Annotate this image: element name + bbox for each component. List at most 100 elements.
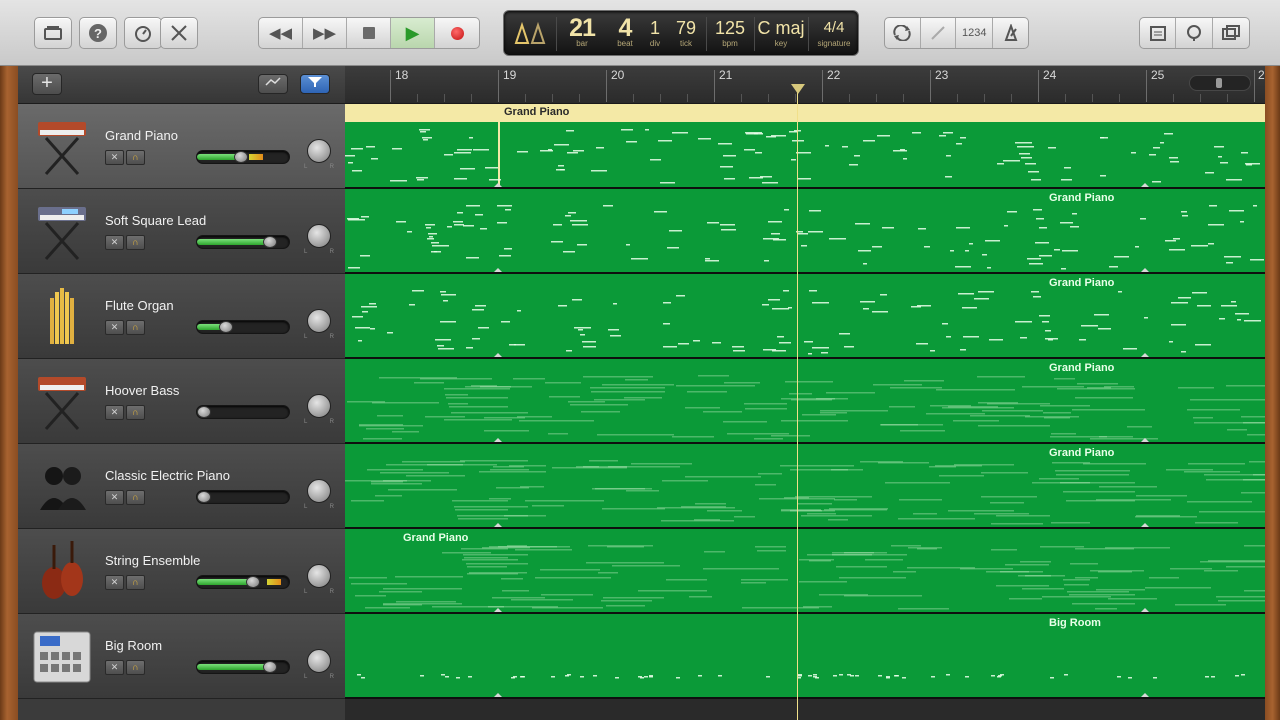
volume-slider[interactable] [196, 575, 290, 589]
volume-knob[interactable] [263, 661, 277, 673]
solo-headphones-button[interactable]: ∩ [126, 150, 145, 165]
playhead-handle[interactable] [791, 84, 805, 94]
pan-knob[interactable] [307, 224, 331, 248]
midi-note [586, 562, 664, 564]
midi-note [1231, 301, 1236, 303]
track-header-grand-piano[interactable]: Grand Piano ✕ ∩ LR [18, 104, 345, 189]
mute-button[interactable]: ✕ [105, 490, 124, 505]
lcd-display[interactable]: 21 bar 4 beat 1 div 79 tick 125 bpm C maj key … [503, 10, 859, 56]
solo-headphones-button[interactable]: ∩ [126, 575, 145, 590]
midi-note [442, 552, 491, 554]
region-flute-organ[interactable]: Grand Piano [345, 274, 1265, 359]
midi-note [766, 136, 776, 138]
volume-knob[interactable] [246, 576, 260, 588]
smart-controls-button[interactable] [124, 17, 162, 49]
volume-knob[interactable] [263, 236, 277, 248]
volume-slider[interactable] [196, 490, 290, 504]
solo-headphones-button[interactable]: ∩ [126, 405, 145, 420]
pan-knob[interactable] [307, 394, 331, 418]
timeline-ruler[interactable]: 18 19 20 21 22 23 24 25 2 [345, 66, 1265, 104]
midi-note [467, 566, 507, 568]
midi-note [593, 675, 597, 677]
mute-button[interactable]: ✕ [105, 320, 124, 335]
track-header-classic-electric-piano[interactable]: Classic Electric Piano ✕ ∩ LR [18, 444, 345, 529]
midi-note [1099, 486, 1157, 488]
count-in-button[interactable]: 1234 [956, 18, 994, 48]
midi-note [693, 340, 700, 342]
midi-note [507, 545, 527, 547]
volume-slider[interactable] [196, 405, 290, 419]
play-button[interactable]: ▶ [391, 18, 435, 48]
playhead[interactable] [797, 84, 798, 720]
add-track-button[interactable]: + [32, 73, 62, 95]
pan-knob[interactable] [307, 479, 331, 503]
zoom-slider-knob[interactable] [1216, 78, 1222, 88]
solo-headphones-button[interactable]: ∩ [126, 660, 145, 675]
mute-button[interactable]: ✕ [105, 660, 124, 675]
midi-note [1094, 314, 1109, 316]
region-string-ensemble[interactable]: Grand Piano [345, 529, 1265, 614]
help-button[interactable]: ? [79, 17, 117, 49]
midi-note [492, 597, 545, 599]
midi-note [1035, 242, 1049, 244]
solo-headphones-button[interactable]: ∩ [126, 490, 145, 505]
pan-knob[interactable] [307, 139, 331, 163]
solo-headphones-button[interactable]: ∩ [126, 235, 145, 250]
volume-slider[interactable] [196, 150, 290, 164]
midi-note [425, 416, 465, 418]
region-hoover-bass[interactable]: Grand Piano [345, 359, 1265, 444]
mute-button[interactable]: ✕ [105, 405, 124, 420]
pan-knob[interactable] [307, 309, 331, 333]
organ-pipes-icon [50, 288, 74, 344]
volume-knob[interactable] [197, 406, 211, 418]
volume-slider[interactable] [196, 235, 290, 249]
editors-button[interactable] [160, 17, 198, 49]
media-browser-button[interactable] [1213, 18, 1249, 48]
midi-note [1009, 598, 1042, 600]
volume-slider[interactable] [196, 320, 290, 334]
volume-knob[interactable] [219, 321, 233, 333]
track-header-hoover-bass[interactable]: Hoover Bass ✕ ∩ LR [18, 359, 345, 444]
mute-button[interactable]: ✕ [105, 235, 124, 250]
midi-note [1160, 142, 1164, 144]
track-header-soft-square-lead[interactable]: Soft Square Lead ✕ ∩ LR [18, 189, 345, 274]
volume-slider[interactable] [196, 660, 290, 674]
midi-note [420, 131, 426, 133]
volume-knob[interactable] [197, 491, 211, 503]
region-grand-piano[interactable]: Grand Piano [345, 104, 1265, 189]
region-soft-square-lead[interactable]: Grand Piano [345, 189, 1265, 274]
forward-button[interactable]: ▶▶ [303, 18, 347, 48]
stop-button[interactable] [347, 18, 391, 48]
track-header-string-ensemble[interactable]: String Ensemble ✕ ∩ LR [18, 529, 345, 614]
pan-knob[interactable] [307, 649, 331, 673]
midi-note [1108, 598, 1157, 600]
midi-note [444, 388, 510, 390]
midi-note [363, 438, 402, 440]
midi-note [484, 430, 529, 432]
zoom-slider[interactable] [1189, 75, 1251, 91]
region-classic-electric-piano[interactable]: Grand Piano [345, 444, 1265, 529]
library-button[interactable] [34, 17, 72, 49]
track-header-flute-organ[interactable]: Flute Organ ✕ ∩ LR [18, 274, 345, 359]
midi-note [903, 158, 907, 160]
automation-button[interactable] [258, 74, 288, 94]
rewind-button[interactable]: ◀◀ [259, 18, 303, 48]
mute-button[interactable]: ✕ [105, 150, 124, 165]
cycle-button[interactable] [885, 18, 921, 48]
solo-headphones-button[interactable]: ∩ [126, 320, 145, 335]
metronome-button[interactable] [993, 18, 1028, 48]
volume-fill [197, 239, 270, 245]
midi-note [1166, 469, 1213, 471]
flex-filter-button[interactable] [300, 74, 330, 94]
loop-browser-button[interactable] [1176, 18, 1213, 48]
mute-button[interactable]: ✕ [105, 575, 124, 590]
midi-note [1039, 255, 1052, 257]
notepad-button[interactable] [1140, 18, 1177, 48]
volume-knob[interactable] [234, 151, 248, 163]
record-button[interactable] [435, 18, 479, 48]
region-big-room[interactable]: Big Room [345, 614, 1265, 699]
pan-knob[interactable] [307, 564, 331, 588]
midi-note [898, 608, 949, 610]
tuner-button[interactable] [921, 18, 956, 48]
track-header-big-room[interactable]: Big Room ✕ ∩ LR [18, 614, 345, 699]
